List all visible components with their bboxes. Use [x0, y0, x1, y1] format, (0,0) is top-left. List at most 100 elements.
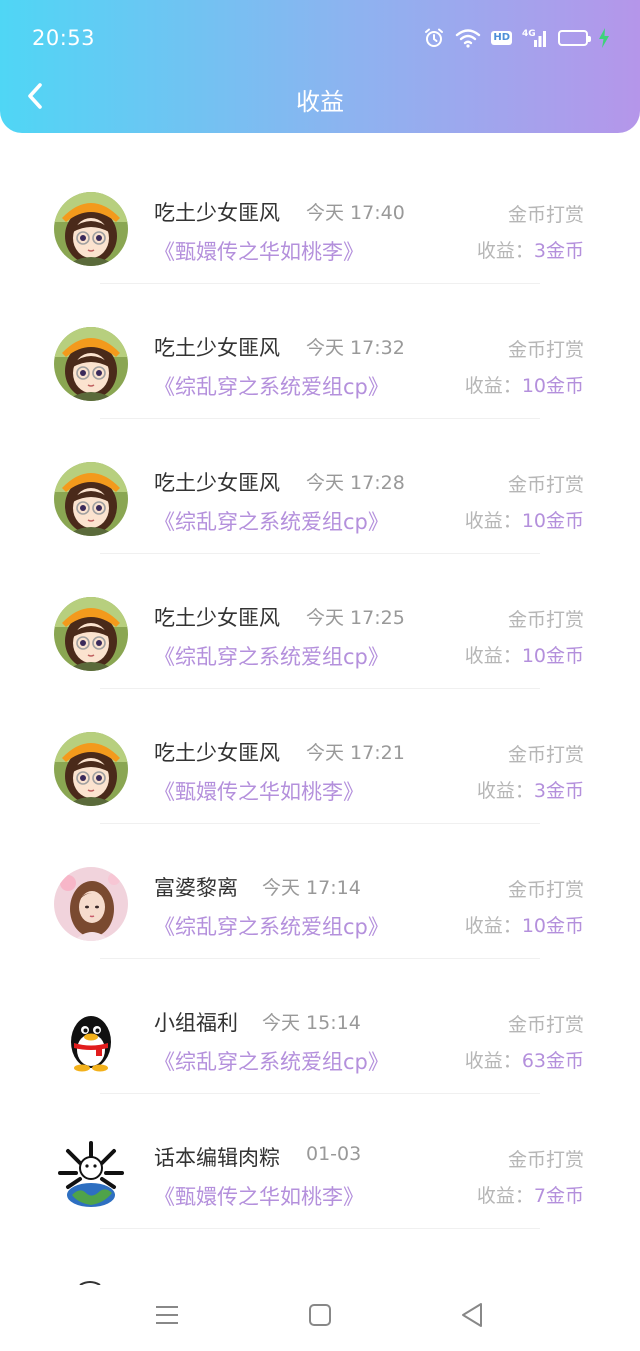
- income-amount: 收益：10金币: [465, 911, 584, 938]
- avatar[interactable]: [54, 597, 128, 671]
- income-amount: 收益：3金币: [477, 776, 584, 803]
- income-value: 10金币: [521, 645, 584, 667]
- income-amount: 收益：7金币: [477, 1181, 584, 1208]
- avatar[interactable]: [54, 1137, 128, 1211]
- record-time: 今天 17:21: [306, 742, 405, 764]
- user-name: 吃土少女匪风: [154, 201, 280, 225]
- avatar[interactable]: [54, 192, 128, 266]
- income-prefix: 收益：: [464, 510, 522, 532]
- record-type: 金币打赏: [507, 879, 584, 901]
- income-amount: 收益：10金币: [465, 506, 584, 533]
- income-value: 10金币: [521, 510, 584, 532]
- divider: [100, 1228, 540, 1229]
- avatar[interactable]: [54, 732, 128, 806]
- income-record[interactable]: 吃土少女匪风 今天 17:25 《综乱穿之系统爱组cp》 金币打赏 收益：10金…: [0, 555, 640, 690]
- book-title[interactable]: 《甄嬛传之华如桃李》: [154, 236, 364, 266]
- back-icon: [462, 1303, 482, 1327]
- anime-girl-avatar-icon: [54, 597, 128, 671]
- page-title: 收益: [296, 88, 344, 116]
- menu-icon: [156, 1306, 178, 1324]
- book-title[interactable]: 《综乱穿之系统爱组cp》: [154, 1046, 389, 1076]
- hd-icon: HD: [491, 31, 512, 45]
- divider: [100, 1093, 540, 1094]
- record-time: 01-03: [306, 1143, 362, 1165]
- home-icon: [309, 1304, 331, 1326]
- record-time: 今天 17:40: [306, 202, 405, 224]
- record-time: 今天 17:14: [262, 877, 361, 899]
- record-time: 今天 15:14: [262, 1012, 361, 1034]
- divider: [100, 283, 540, 284]
- book-title[interactable]: 《甄嬛传之华如桃李》: [154, 1181, 364, 1211]
- income-record[interactable]: 小组福利 今天 15:14 《综乱穿之系统爱组cp》 金币打赏 收益：63金币: [0, 960, 640, 1095]
- user-name: 吃土少女匪风: [154, 336, 280, 360]
- anime-girl-avatar-icon: [54, 462, 128, 536]
- status-bar: 20:53 HD 4G: [0, 0, 640, 78]
- book-title[interactable]: 《综乱穿之系统爱组cp》: [154, 911, 389, 941]
- record-time: 今天 17:25: [306, 607, 405, 629]
- income-record[interactable]: 吃土少女匪风 今天 17:28 《综乱穿之系统爱组cp》 金币打赏 收益：10金…: [0, 420, 640, 555]
- avatar[interactable]: [54, 1002, 128, 1076]
- system-nav-bar: [0, 1280, 640, 1351]
- income-prefix: 收益：: [464, 915, 522, 937]
- user-name: 小组福利: [154, 1011, 238, 1035]
- avatar[interactable]: [54, 327, 128, 401]
- record-time: 今天 17:32: [306, 337, 405, 359]
- wifi-icon: [455, 28, 481, 48]
- income-value: 10金币: [521, 915, 584, 937]
- battery-icon: [558, 30, 591, 46]
- divider: [100, 688, 540, 689]
- app-header: 20:53 HD 4G 收益: [0, 0, 640, 133]
- book-title[interactable]: 《综乱穿之系统爱组cp》: [154, 506, 389, 536]
- record-type: 金币打赏: [507, 339, 584, 361]
- svg-text:4G: 4G: [522, 29, 536, 39]
- anime-girl-avatar-icon: [54, 192, 128, 266]
- book-title[interactable]: 《甄嬛传之华如桃李》: [154, 776, 364, 806]
- income-record[interactable]: 富婆黎离 今天 17:14 《综乱穿之系统爱组cp》 金币打赏 收益：10金币: [0, 825, 640, 960]
- income-prefix: 收益：: [464, 645, 522, 667]
- income-record[interactable]: 吃土少女匪风 今天 17:21 《甄嬛传之华如桃李》 金币打赏 收益：3金币: [0, 690, 640, 825]
- user-name: 吃土少女匪风: [154, 471, 280, 495]
- income-value: 3金币: [533, 780, 584, 802]
- user-name: 话本编辑肉粽: [154, 1146, 280, 1170]
- divider: [100, 418, 540, 419]
- income-prefix: 收益：: [464, 375, 522, 397]
- user-name: 吃土少女匪风: [154, 741, 280, 765]
- book-title[interactable]: 《综乱穿之系统爱组cp》: [154, 371, 389, 401]
- earth-logo-avatar-icon: [54, 1137, 128, 1211]
- nav-back-button[interactable]: [457, 1300, 487, 1330]
- record-type: 金币打赏: [507, 474, 584, 496]
- income-value: 3金币: [533, 240, 584, 262]
- anime-girl-avatar-icon: [54, 327, 128, 401]
- income-value: 63金币: [521, 1050, 584, 1072]
- next-avatar-partial: [70, 1270, 110, 1286]
- income-record[interactable]: 吃土少女匪风 今天 17:32 《综乱穿之系统爱组cp》 金币打赏 收益：10金…: [0, 285, 640, 420]
- income-amount: 收益：3金币: [477, 236, 584, 263]
- divider: [100, 823, 540, 824]
- alarm-icon: [423, 27, 445, 49]
- painted-girl-avatar-icon: [54, 867, 128, 941]
- penguin-avatar-icon: [54, 1002, 128, 1076]
- income-amount: 收益：10金币: [465, 641, 584, 668]
- income-amount: 收益：10金币: [465, 371, 584, 398]
- menu-button[interactable]: [152, 1300, 182, 1330]
- record-type: 金币打赏: [507, 1014, 584, 1036]
- record-time: 今天 17:28: [306, 472, 405, 494]
- hd-label: HD: [491, 31, 512, 45]
- income-prefix: 收益：: [476, 240, 534, 262]
- income-record[interactable]: 话本编辑肉粽 01-03 《甄嬛传之华如桃李》 金币打赏 收益：7金币: [0, 1095, 640, 1230]
- income-record[interactable]: 吃土少女匪风 今天 17:40 《甄嬛传之华如桃李》 金币打赏 收益：3金币: [0, 150, 640, 285]
- home-button[interactable]: [305, 1300, 335, 1330]
- divider: [100, 958, 540, 959]
- income-prefix: 收益：: [464, 1050, 522, 1072]
- status-time: 20:53: [32, 26, 96, 50]
- avatar[interactable]: [54, 867, 128, 941]
- divider: [100, 553, 540, 554]
- income-prefix: 收益：: [476, 1185, 534, 1207]
- book-title[interactable]: 《综乱穿之系统爱组cp》: [154, 641, 389, 671]
- avatar[interactable]: [54, 462, 128, 536]
- record-type: 金币打赏: [507, 609, 584, 631]
- charging-icon: [598, 28, 610, 48]
- income-amount: 收益：63金币: [465, 1046, 584, 1073]
- user-name: 富婆黎离: [154, 876, 238, 900]
- income-value: 10金币: [521, 375, 584, 397]
